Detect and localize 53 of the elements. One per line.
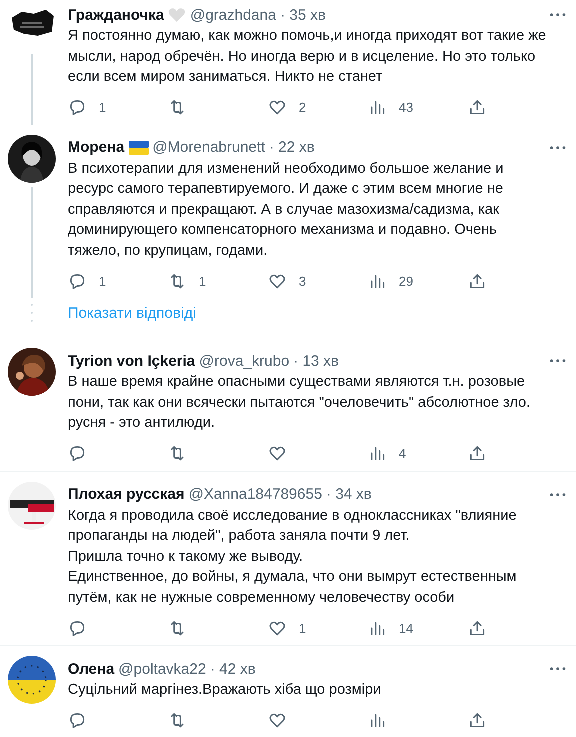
reply-icon[interactable]	[68, 444, 87, 463]
share-icon[interactable]	[468, 98, 487, 117]
share-icon[interactable]	[468, 711, 487, 730]
views-count: 4	[399, 446, 406, 461]
reply-icon[interactable]	[68, 711, 87, 730]
views-count: 43	[399, 100, 414, 115]
user-handle[interactable]: @rova_krubo	[199, 352, 290, 370]
reply-icon[interactable]	[68, 98, 87, 117]
views-count: 29	[399, 274, 414, 288]
tweet-text: Пришла точно к такому же выводу.	[68, 548, 304, 566]
user-handle[interactable]: @grazhdana	[190, 6, 276, 24]
user-handle[interactable]: @poltavka22	[118, 660, 206, 678]
share-icon[interactable]	[468, 272, 487, 290]
tweet-text: В психотерапии для изменений необходимо большое желание и ресурс самого терапевтируемого. И даже с этим всем многие не справляются и прекращают. А в случае мазохизма/садизма, как доминирующего компенсаторного механизма и подавно. Очень тяжело, по крупицам, годами.	[68, 160, 505, 260]
like-icon[interactable]	[268, 711, 287, 730]
like-count: 3	[299, 274, 306, 288]
like-count: 1	[299, 620, 306, 636]
views-count: 14	[399, 620, 414, 636]
post-time[interactable]: · 42 хв	[210, 660, 256, 678]
reply-icon[interactable]	[68, 618, 87, 638]
author-name[interactable]: Плохая русская	[68, 486, 185, 503]
reply-count: 1	[99, 100, 106, 115]
more-icon[interactable]	[550, 667, 566, 671]
tweet-text: Суцільний маргінез.Вражають хіба що розміри	[68, 681, 382, 700]
share-icon[interactable]	[468, 444, 487, 463]
user-handle[interactable]: @Morenabrunett	[152, 139, 266, 156]
flag-icon	[128, 140, 149, 154]
thread-dots-icon	[30, 303, 34, 323]
heart-icon	[168, 7, 186, 23]
tweet-text: Когда я проводила своё исследование в одноклассниках "влияние пропаганды на людей", работа заняла почти 9 лет.	[68, 506, 518, 546]
tweet-text: Я постоянно думаю, как можно помочь,и иногда приходят вот такие же мысли, народ обречён. Но иногда верю и в исцеление. Но это только если всем миром заниматься. Никто не станет	[68, 27, 548, 87]
author-name[interactable]: Олена	[68, 660, 115, 678]
more-icon[interactable]	[550, 146, 566, 150]
retweet-count: 1	[199, 274, 206, 288]
more-icon[interactable]	[550, 359, 566, 363]
post-time[interactable]: · 34 хв	[326, 486, 372, 503]
post-time[interactable]: · 22 хв	[269, 139, 315, 156]
reply-icon[interactable]	[68, 272, 87, 290]
author-name[interactable]: Tyrion von Içkeria	[68, 352, 196, 370]
like-icon[interactable]	[268, 444, 287, 463]
like-icon[interactable]	[268, 98, 287, 117]
post-time[interactable]: · 35 хв	[280, 6, 326, 24]
more-icon[interactable]	[550, 492, 566, 496]
user-handle[interactable]: @Xanna184789655	[188, 486, 322, 503]
share-icon[interactable]	[468, 618, 487, 638]
reply-count: 1	[99, 274, 106, 288]
author-name[interactable]: Морена	[68, 139, 125, 156]
post-time[interactable]: · 13 хв	[294, 352, 340, 370]
tweet-text: Единственное, до войны, я думала, что они вымрут естественным путём, как не нужные современному человечеству особи	[68, 568, 518, 608]
author-name[interactable]: Гражданочка	[68, 6, 164, 24]
tweet-text: В наше время крайне опасными существами являются т.н. розовые пони, так как они всячески пытаются "очеловечить" абсолютное зло. русня - это антилюди.	[68, 373, 532, 433]
more-icon[interactable]	[550, 13, 566, 17]
like-count: 2	[299, 100, 306, 115]
